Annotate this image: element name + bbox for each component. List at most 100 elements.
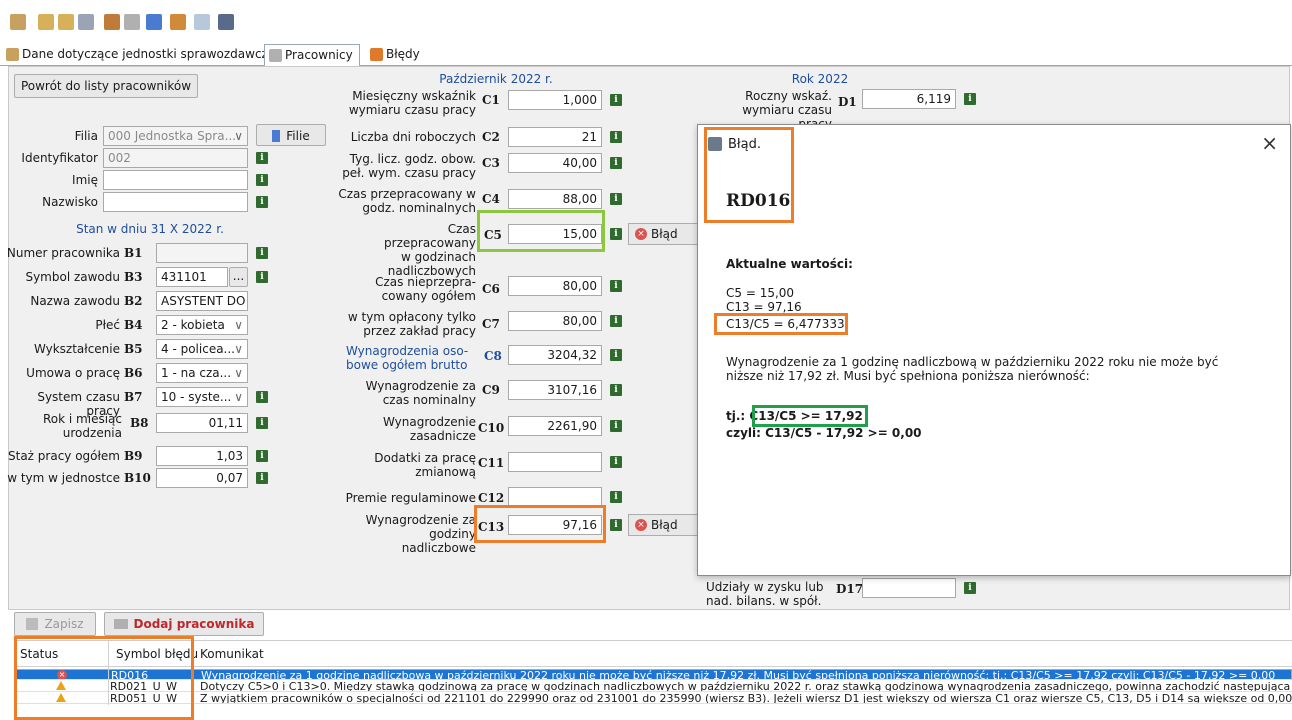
field-b5-select[interactable]: 4 - policea... ∨ <box>156 339 248 359</box>
info-icon[interactable]: i <box>610 131 622 143</box>
field-c6-input[interactable]: 80,00 <box>508 276 602 296</box>
upload-icon[interactable] <box>78 14 94 30</box>
field-b7-select[interactable]: 10 - syste... ∨ <box>156 387 248 407</box>
field-d1-input[interactable]: 6,119 <box>862 89 956 109</box>
field-b10-input[interactable]: 0,07 <box>156 468 248 488</box>
glasses-icon[interactable] <box>124 14 140 30</box>
field-code-b9: B9 <box>124 449 143 463</box>
field-label-c9: Wynagrodzenie za czas nominalny <box>365 379 476 407</box>
field-c9-input[interactable]: 3107,16 <box>508 380 602 400</box>
errors-grid: Status Symbol błędu Komunikat × RD016 Wy… <box>14 640 1292 720</box>
browse-button[interactable]: ... <box>229 267 248 287</box>
info-icon[interactable]: i <box>610 384 622 396</box>
year-header: Rok 2022 <box>791 72 849 86</box>
field-label-c12: Premie regulaminowe <box>345 491 476 505</box>
value-line: C13 = 97,16 <box>726 300 802 314</box>
error-message: Wynagrodzenie za 1 godzinę nadliczbową w… <box>726 355 1219 383</box>
tab-errors[interactable]: Błędy <box>366 44 426 66</box>
field-c11-input[interactable] <box>508 452 602 472</box>
print-icon[interactable] <box>10 14 26 30</box>
database-icon <box>272 130 281 142</box>
group-icon[interactable] <box>170 14 186 30</box>
users-icon[interactable] <box>104 14 120 30</box>
field-d17-input[interactable] <box>862 578 956 598</box>
column-message[interactable]: Komunikat <box>200 641 264 667</box>
info-icon[interactable]: i <box>256 417 268 429</box>
info-icon[interactable]: i <box>256 472 268 484</box>
field-label-c6: Czas nieprzepra-cowany ogółem <box>375 275 476 303</box>
value-line: C5 = 15,00 <box>726 286 795 300</box>
field-b2-input[interactable]: ASYSTENT DO S <box>156 291 248 311</box>
info-icon[interactable]: i <box>610 456 622 468</box>
info-icon[interactable]: i <box>256 174 268 186</box>
filie-button[interactable]: Filie <box>256 124 326 146</box>
field-label-c5: Czas przepracowany w godzinach nadliczbo… <box>384 222 476 278</box>
field-c4-input[interactable]: 88,00 <box>508 189 602 209</box>
identifier-field[interactable]: 002 <box>103 148 248 168</box>
error-button-c13[interactable]: × Błąd <box>628 514 698 536</box>
info-icon[interactable]: i <box>610 349 622 361</box>
condition-line-2: czyli: C13/C5 - 17,92 >= 0,00 <box>726 426 922 440</box>
back-to-list-button[interactable]: Powrót do listy pracowników <box>14 74 198 98</box>
field-c12-input[interactable] <box>508 487 602 507</box>
add-employee-button[interactable]: Dodaj pracownika <box>104 612 264 636</box>
field-b9-input[interactable]: 1,03 <box>156 446 248 466</box>
tab-unit-data[interactable]: Dane dotyczące jednostki sprawozdawczej <box>2 44 285 66</box>
field-code-c9: C9 <box>482 383 500 397</box>
info-icon[interactable]: i <box>610 315 622 327</box>
tab-employees[interactable]: Pracownicy <box>264 44 360 66</box>
field-c10-input[interactable]: 2261,90 <box>508 416 602 436</box>
field-b3-input[interactable]: 431101 <box>156 267 228 287</box>
state-date-header: Stan w dniu 31 X 2022 r. <box>76 222 224 236</box>
field-c7-input[interactable]: 80,00 <box>508 311 602 331</box>
field-label-c10: Wynagrodzenie zasadnicze <box>383 415 476 443</box>
field-c2-input[interactable]: 21 <box>508 127 602 147</box>
info-icon[interactable]: i <box>256 450 268 462</box>
info-icon[interactable]: i <box>610 193 622 205</box>
field-label-b9: Staż pracy ogółem <box>8 449 120 463</box>
document-icon[interactable] <box>194 14 210 30</box>
info-icon[interactable]: i <box>256 391 268 403</box>
month-header: Październik 2022 r. <box>439 72 553 86</box>
field-c3-input[interactable]: 40,00 <box>508 153 602 173</box>
row-message: Wynagrodzenie za 1 godzinę nadliczbową w… <box>201 669 1276 680</box>
info-icon[interactable]: i <box>610 228 622 240</box>
field-label-c8: Wynagrodzenia oso-bowe ogółem brutto <box>346 344 469 372</box>
info-icon[interactable]: i <box>964 582 976 594</box>
table-row[interactable]: RD021_U_W Dotyczy C5>0 i C13>0. Między s… <box>14 681 1292 692</box>
table-row[interactable]: × RD016 Wynagrodzenie za 1 godzinę nadli… <box>14 669 1292 680</box>
binoculars-icon[interactable] <box>218 14 234 30</box>
field-b8-input[interactable]: 01,11 <box>156 413 248 433</box>
field-code-b2: B2 <box>124 294 143 308</box>
info-icon[interactable]: i <box>610 280 622 292</box>
save-button[interactable]: Zapisz <box>14 612 96 636</box>
open-folder-icon[interactable] <box>38 14 54 30</box>
info-icon[interactable]: i <box>610 519 622 531</box>
first-name-field[interactable] <box>103 170 248 190</box>
field-code-d1: D1 <box>838 95 857 109</box>
database-icon[interactable] <box>146 14 162 30</box>
field-b4-select[interactable]: 2 - kobieta ∨ <box>156 315 248 335</box>
field-b6-select[interactable]: 1 - na cza... ∨ <box>156 363 248 383</box>
info-icon[interactable]: i <box>964 93 976 105</box>
info-icon[interactable]: i <box>256 247 268 259</box>
info-icon[interactable]: i <box>256 196 268 208</box>
field-c1-input[interactable]: 1,000 <box>508 90 602 110</box>
last-name-field[interactable] <box>103 192 248 212</box>
info-icon[interactable]: i <box>610 420 622 432</box>
close-icon[interactable]: × <box>1261 131 1278 155</box>
info-icon[interactable]: i <box>256 271 268 283</box>
info-icon[interactable]: i <box>610 157 622 169</box>
info-icon[interactable]: i <box>610 94 622 106</box>
field-c8-input[interactable]: 3204,32 <box>508 345 602 365</box>
branch-select[interactable]: 000 Jednostka Spra... ∨ <box>103 126 248 146</box>
error-button-c5[interactable]: × Błąd <box>628 223 698 245</box>
info-icon[interactable]: i <box>256 152 268 164</box>
table-row[interactable]: RD051_U_W Z wyjątkiem pracowników o spec… <box>14 693 1292 704</box>
info-icon[interactable]: i <box>610 491 622 503</box>
glasses-icon <box>113 619 128 629</box>
export-icon[interactable] <box>58 14 74 30</box>
field-b1-input[interactable] <box>156 243 248 263</box>
field-label-b3: Symbol zawodu <box>25 270 120 284</box>
error-icon: × <box>635 228 647 240</box>
